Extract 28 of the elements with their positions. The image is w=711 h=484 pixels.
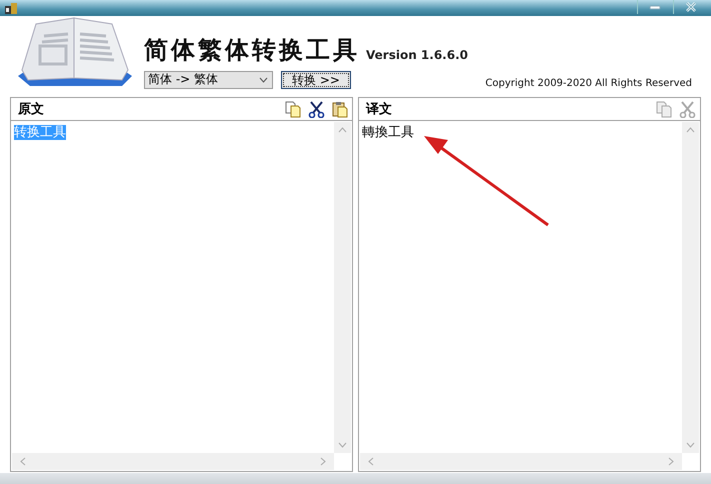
direction-dropdown[interactable]: 简体 -> 繁体 [144,70,273,88]
scroll-up-icon[interactable] [338,127,347,133]
vertical-scrollbar[interactable] [682,122,699,453]
scroll-left-icon[interactable] [20,457,26,466]
app-title: 简体繁体转换工具 [144,34,360,66]
scroll-left-icon[interactable] [368,457,374,466]
horizontal-scrollbar[interactable] [12,453,334,470]
scroll-up-icon[interactable] [686,127,695,133]
version-label: Version 1.6.6.0 [366,48,468,64]
scissors-icon[interactable] [308,100,325,118]
scroll-right-icon[interactable] [668,457,674,466]
horizontal-scrollbar[interactable] [360,453,682,470]
copyright-text: Copyright 2009-2020 All Rights Reserved [485,77,692,89]
panel-title: 原文 [18,100,44,118]
close-icon [684,2,698,12]
scroll-right-icon[interactable] [320,457,326,466]
scroll-down-icon[interactable] [338,442,347,448]
panel-title: 译文 [366,100,392,118]
vertical-scrollbar[interactable] [334,122,351,453]
text-area[interactable]: 轉換工具 [360,122,682,453]
text-content: 转换工具 [14,125,66,140]
copy-icon[interactable] [285,100,301,118]
scroll-down-icon[interactable] [686,442,695,448]
caret-icon [259,76,268,82]
convert-button[interactable]: 转换 >> [281,70,351,88]
text-content: 轉換工具 [362,125,414,140]
clipboard-icon[interactable] [332,100,348,118]
app-icon [4,2,18,14]
